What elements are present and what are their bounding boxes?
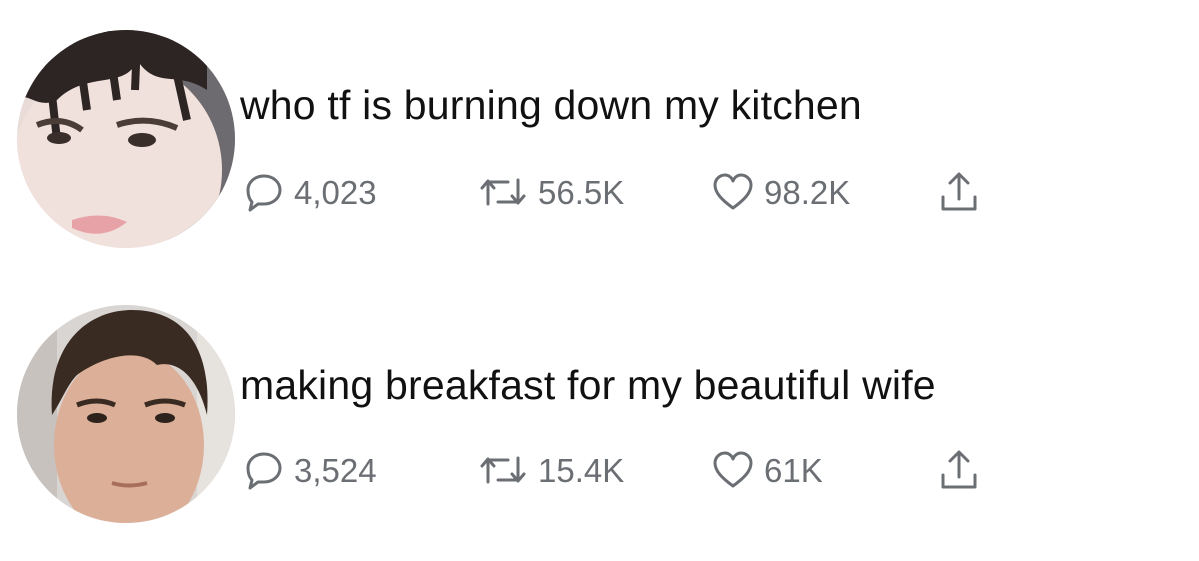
like-count: 61K (764, 451, 823, 489)
share-button[interactable] (938, 167, 980, 217)
share-button[interactable] (938, 445, 980, 495)
tweet-actions: 3,524 15.4K 61K (0, 445, 1199, 505)
like-button[interactable]: 98.2K (712, 167, 850, 217)
retweet-count: 15.4K (538, 451, 625, 489)
tweet-text: making breakfast for my beautiful wife (240, 362, 936, 408)
heart-icon (713, 451, 753, 488)
heart-icon (713, 173, 753, 210)
retweet-icon (480, 456, 526, 484)
reply-button[interactable]: 3,524 (244, 445, 377, 495)
reply-button[interactable]: 4,023 (244, 167, 377, 217)
retweet-button[interactable]: 56.5K (478, 167, 624, 217)
retweet-icon (480, 178, 526, 206)
retweet-button[interactable]: 15.4K (478, 445, 624, 495)
share-icon (941, 450, 977, 489)
speech-bubble-icon (246, 174, 282, 212)
reply-count: 4,023 (294, 173, 377, 211)
share-icon (941, 172, 977, 211)
speech-bubble-icon (246, 452, 282, 490)
like-count: 98.2K (764, 173, 851, 211)
reply-count: 3,524 (294, 451, 377, 489)
like-button[interactable]: 61K (712, 445, 823, 495)
tweet-actions: 4,023 56.5K 98.2K (0, 167, 1199, 227)
retweet-count: 56.5K (538, 173, 625, 211)
tweet-text: who tf is burning down my kitchen (240, 82, 862, 128)
